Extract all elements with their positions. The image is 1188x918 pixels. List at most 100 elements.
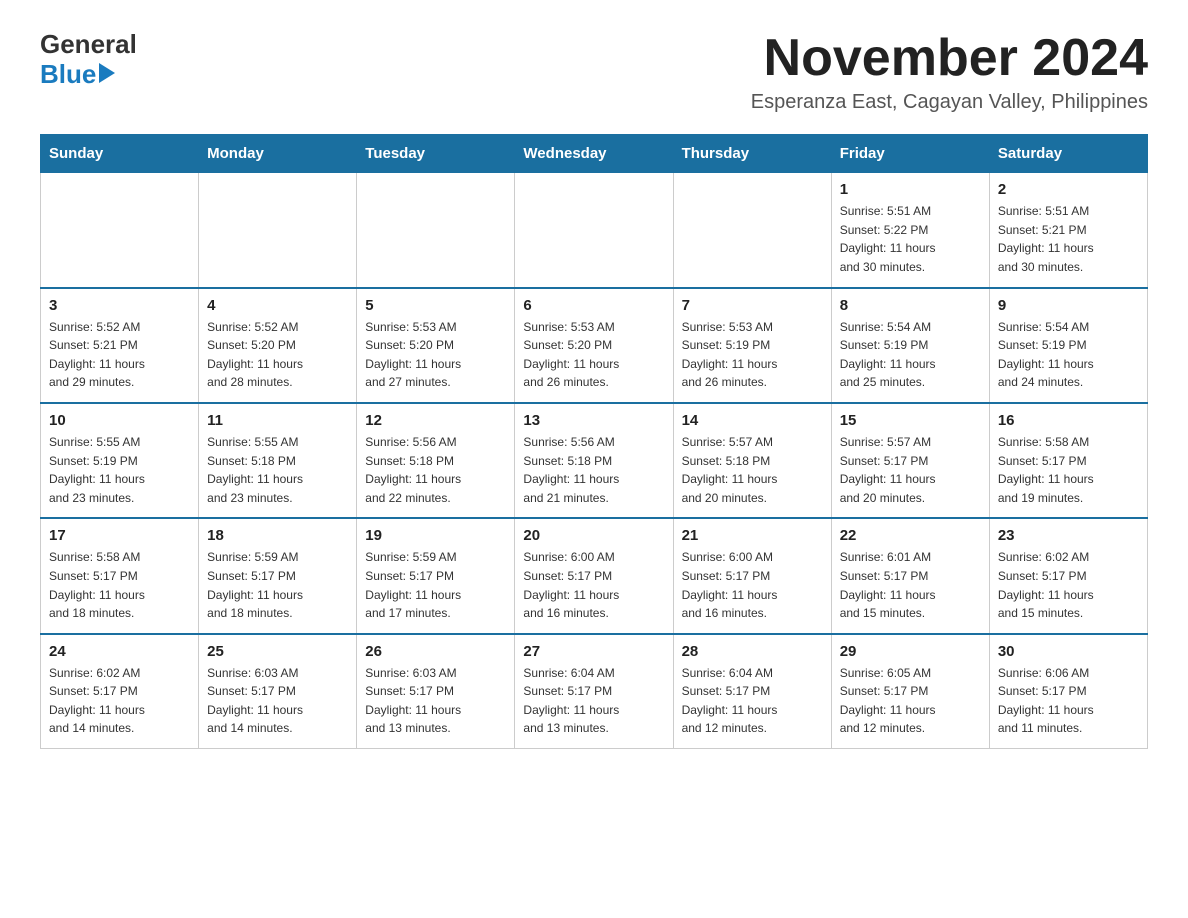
day-info: Sunrise: 5:56 AM Sunset: 5:18 PM Dayligh… [523, 433, 664, 507]
day-info: Sunrise: 5:56 AM Sunset: 5:18 PM Dayligh… [365, 433, 506, 507]
day-info: Sunrise: 6:00 AM Sunset: 5:17 PM Dayligh… [682, 548, 823, 622]
day-number: 5 [365, 297, 506, 314]
day-info: Sunrise: 6:01 AM Sunset: 5:17 PM Dayligh… [840, 548, 981, 622]
day-info: Sunrise: 5:55 AM Sunset: 5:18 PM Dayligh… [207, 433, 348, 507]
calendar-day-cell: 8 Sunrise: 5:54 AM Sunset: 5:19 PM Daylig… [831, 288, 989, 403]
location-title: Esperanza East, Cagayan Valley, Philippi… [751, 91, 1148, 114]
day-number: 8 [840, 297, 981, 314]
day-info: Sunrise: 5:55 AM Sunset: 5:19 PM Dayligh… [49, 433, 190, 507]
day-number: 3 [49, 297, 190, 314]
calendar-day-cell [673, 173, 831, 288]
day-info: Sunrise: 5:51 AM Sunset: 5:22 PM Dayligh… [840, 202, 981, 276]
day-number: 25 [207, 643, 348, 660]
calendar-week-row: 1 Sunrise: 5:51 AM Sunset: 5:22 PM Daylig… [41, 173, 1148, 288]
day-info: Sunrise: 6:03 AM Sunset: 5:17 PM Dayligh… [365, 664, 506, 738]
page-header: General Blue November 2024 Esperanza Eas… [40, 30, 1148, 114]
title-block: November 2024 Esperanza East, Cagayan Va… [751, 30, 1148, 114]
calendar-day-cell: 2 Sunrise: 5:51 AM Sunset: 5:21 PM Daylig… [989, 173, 1147, 288]
day-info: Sunrise: 5:57 AM Sunset: 5:17 PM Dayligh… [840, 433, 981, 507]
calendar-day-cell: 18 Sunrise: 5:59 AM Sunset: 5:17 PM Dayli… [199, 518, 357, 633]
day-number: 2 [998, 181, 1139, 198]
day-info: Sunrise: 6:00 AM Sunset: 5:17 PM Dayligh… [523, 548, 664, 622]
day-info: Sunrise: 6:02 AM Sunset: 5:17 PM Dayligh… [49, 664, 190, 738]
calendar-header-wednesday: Wednesday [515, 135, 673, 173]
day-info: Sunrise: 6:02 AM Sunset: 5:17 PM Dayligh… [998, 548, 1139, 622]
day-number: 9 [998, 297, 1139, 314]
day-number: 18 [207, 527, 348, 544]
day-info: Sunrise: 5:59 AM Sunset: 5:17 PM Dayligh… [365, 548, 506, 622]
day-info: Sunrise: 5:53 AM Sunset: 5:20 PM Dayligh… [523, 318, 664, 392]
logo-general-text: General [40, 30, 137, 59]
day-number: 10 [49, 412, 190, 429]
day-number: 29 [840, 643, 981, 660]
day-number: 24 [49, 643, 190, 660]
day-info: Sunrise: 5:54 AM Sunset: 5:19 PM Dayligh… [840, 318, 981, 392]
day-number: 13 [523, 412, 664, 429]
calendar-header-sunday: Sunday [41, 135, 199, 173]
day-number: 17 [49, 527, 190, 544]
day-info: Sunrise: 5:58 AM Sunset: 5:17 PM Dayligh… [49, 548, 190, 622]
calendar-day-cell: 29 Sunrise: 6:05 AM Sunset: 5:17 PM Dayli… [831, 634, 989, 749]
day-info: Sunrise: 5:57 AM Sunset: 5:18 PM Dayligh… [682, 433, 823, 507]
calendar-day-cell: 9 Sunrise: 5:54 AM Sunset: 5:19 PM Daylig… [989, 288, 1147, 403]
day-info: Sunrise: 5:51 AM Sunset: 5:21 PM Dayligh… [998, 202, 1139, 276]
calendar-day-cell: 14Sunrise: 5:57 AM Sunset: 5:18 PM Dayli… [673, 403, 831, 518]
day-number: 26 [365, 643, 506, 660]
calendar-day-cell: 15 Sunrise: 5:57 AM Sunset: 5:17 PM Dayli… [831, 403, 989, 518]
calendar-day-cell: 23 Sunrise: 6:02 AM Sunset: 5:17 PM Dayli… [989, 518, 1147, 633]
calendar-day-cell: 1 Sunrise: 5:51 AM Sunset: 5:22 PM Daylig… [831, 173, 989, 288]
calendar-header-monday: Monday [199, 135, 357, 173]
calendar-week-row: 3 Sunrise: 5:52 AM Sunset: 5:21 PM Daylig… [41, 288, 1148, 403]
calendar-week-row: 17 Sunrise: 5:58 AM Sunset: 5:17 PM Dayli… [41, 518, 1148, 633]
logo-triangle-icon [99, 63, 115, 83]
calendar-day-cell: 24 Sunrise: 6:02 AM Sunset: 5:17 PM Dayli… [41, 634, 199, 749]
day-info: Sunrise: 6:04 AM Sunset: 5:17 PM Dayligh… [523, 664, 664, 738]
calendar-day-cell: 11 Sunrise: 5:55 AM Sunset: 5:18 PM Dayli… [199, 403, 357, 518]
day-number: 15 [840, 412, 981, 429]
calendar-header-thursday: Thursday [673, 135, 831, 173]
calendar-day-cell [199, 173, 357, 288]
calendar-day-cell: 10 Sunrise: 5:55 AM Sunset: 5:19 PM Dayli… [41, 403, 199, 518]
day-info: Sunrise: 6:05 AM Sunset: 5:17 PM Dayligh… [840, 664, 981, 738]
calendar-day-cell: 7 Sunrise: 5:53 AM Sunset: 5:19 PM Daylig… [673, 288, 831, 403]
calendar-day-cell: 6 Sunrise: 5:53 AM Sunset: 5:20 PM Daylig… [515, 288, 673, 403]
day-info: Sunrise: 6:06 AM Sunset: 5:17 PM Dayligh… [998, 664, 1139, 738]
day-number: 23 [998, 527, 1139, 544]
day-info: Sunrise: 5:54 AM Sunset: 5:19 PM Dayligh… [998, 318, 1139, 392]
calendar-day-cell: 25Sunrise: 6:03 AM Sunset: 5:17 PM Dayli… [199, 634, 357, 749]
day-info: Sunrise: 5:53 AM Sunset: 5:19 PM Dayligh… [682, 318, 823, 392]
day-number: 1 [840, 181, 981, 198]
calendar-day-cell: 5Sunrise: 5:53 AM Sunset: 5:20 PM Daylig… [357, 288, 515, 403]
calendar-day-cell: 28Sunrise: 6:04 AM Sunset: 5:17 PM Dayli… [673, 634, 831, 749]
day-number: 6 [523, 297, 664, 314]
calendar-header-tuesday: Tuesday [357, 135, 515, 173]
day-info: Sunrise: 5:59 AM Sunset: 5:17 PM Dayligh… [207, 548, 348, 622]
calendar-day-cell: 16Sunrise: 5:58 AM Sunset: 5:17 PM Dayli… [989, 403, 1147, 518]
day-number: 22 [840, 527, 981, 544]
calendar-header-row: SundayMondayTuesdayWednesdayThursdayFrid… [41, 135, 1148, 173]
day-info: Sunrise: 5:52 AM Sunset: 5:21 PM Dayligh… [49, 318, 190, 392]
calendar-day-cell: 13 Sunrise: 5:56 AM Sunset: 5:18 PM Dayli… [515, 403, 673, 518]
calendar-week-row: 10 Sunrise: 5:55 AM Sunset: 5:19 PM Dayli… [41, 403, 1148, 518]
calendar-header-friday: Friday [831, 135, 989, 173]
day-number: 4 [207, 297, 348, 314]
calendar-header-saturday: Saturday [989, 135, 1147, 173]
calendar-day-cell: 4Sunrise: 5:52 AM Sunset: 5:20 PM Daylig… [199, 288, 357, 403]
calendar-day-cell: 27 Sunrise: 6:04 AM Sunset: 5:17 PM Dayli… [515, 634, 673, 749]
day-number: 12 [365, 412, 506, 429]
day-number: 7 [682, 297, 823, 314]
calendar-week-row: 24 Sunrise: 6:02 AM Sunset: 5:17 PM Dayli… [41, 634, 1148, 749]
calendar-day-cell: 22 Sunrise: 6:01 AM Sunset: 5:17 PM Dayli… [831, 518, 989, 633]
calendar-day-cell: 12 Sunrise: 5:56 AM Sunset: 5:18 PM Dayli… [357, 403, 515, 518]
day-number: 27 [523, 643, 664, 660]
day-number: 21 [682, 527, 823, 544]
calendar-day-cell: 30Sunrise: 6:06 AM Sunset: 5:17 PM Dayli… [989, 634, 1147, 749]
day-info: Sunrise: 5:58 AM Sunset: 5:17 PM Dayligh… [998, 433, 1139, 507]
calendar-day-cell: 20 Sunrise: 6:00 AM Sunset: 5:17 PM Dayli… [515, 518, 673, 633]
day-info: Sunrise: 6:04 AM Sunset: 5:17 PM Dayligh… [682, 664, 823, 738]
day-number: 20 [523, 527, 664, 544]
month-title: November 2024 [751, 30, 1148, 87]
calendar-day-cell: 19Sunrise: 5:59 AM Sunset: 5:17 PM Dayli… [357, 518, 515, 633]
day-number: 11 [207, 412, 348, 429]
calendar-day-cell [515, 173, 673, 288]
